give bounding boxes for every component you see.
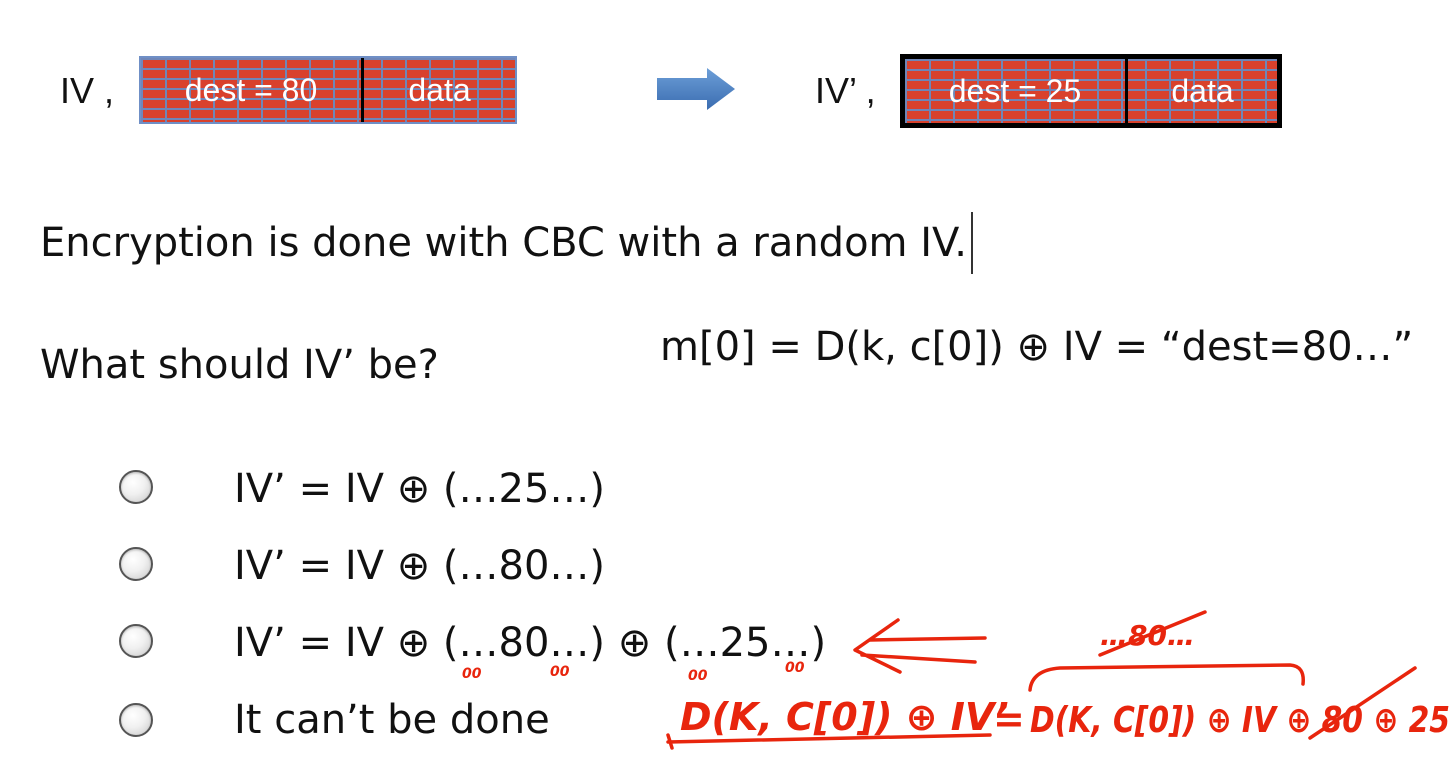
small-mark: 00 xyxy=(785,660,805,676)
annotation-lhs: D(K, C[0]) ⊕ IV’ xyxy=(680,695,1009,739)
small-mark: 00 xyxy=(550,664,570,680)
annotation-above-brace: …80… xyxy=(1100,619,1195,652)
brace xyxy=(1028,663,1305,692)
small-mark: 00 xyxy=(462,666,482,682)
annotation-eq: = xyxy=(993,697,1025,741)
annotation-rhs: D(K, C[0]) ⊕ IV ⊕ 80 ⊕ 25 xyxy=(1030,700,1450,741)
left-arrow-icon xyxy=(853,618,987,674)
handwritten-annotations: 00 00 00 00 …80… D(K, C[0]) ⊕ IV’ = D(K,… xyxy=(462,610,1450,750)
small-mark: 00 xyxy=(688,668,708,684)
